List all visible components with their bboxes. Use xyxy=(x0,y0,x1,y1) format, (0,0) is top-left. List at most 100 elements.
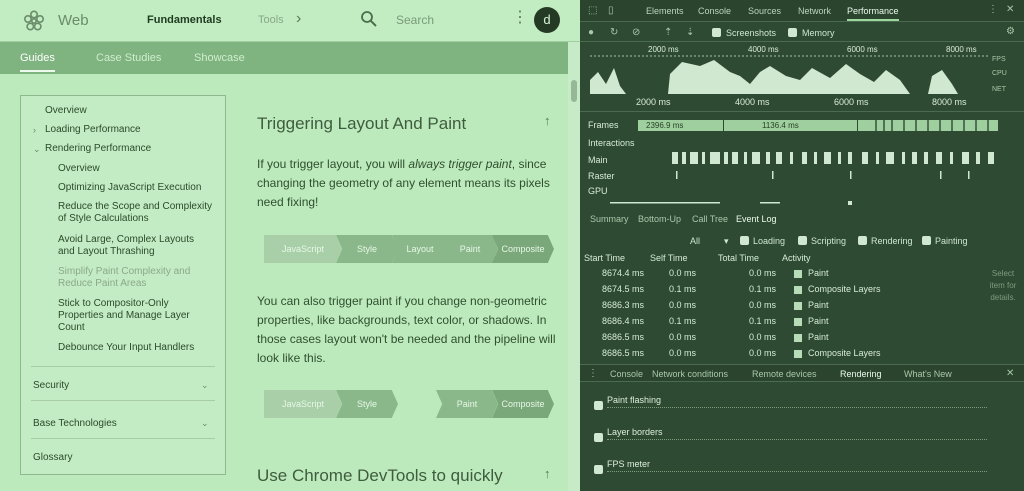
chevron-down-icon[interactable]: ⌄ xyxy=(201,380,209,391)
avatar[interactable]: d xyxy=(534,7,560,33)
drawer-tab-whats-new[interactable]: What's New xyxy=(904,369,952,379)
search-icon[interactable] xyxy=(360,10,378,28)
tab-console[interactable]: Console xyxy=(698,6,731,16)
render-option-layer-borders[interactable]: Layer borders xyxy=(594,427,1014,455)
tab-call-tree[interactable]: Call Tree xyxy=(692,214,728,224)
tab-network[interactable]: Network xyxy=(798,6,831,16)
clear-icon[interactable]: ⊘ xyxy=(632,27,640,38)
rendering-checkbox[interactable] xyxy=(858,236,867,245)
chevron-right-icon[interactable]: › xyxy=(33,125,36,135)
table-row[interactable]: 8686.4 ms 0.1 ms 0.1 ms Paint xyxy=(580,316,980,332)
col-total-time[interactable]: Total Time xyxy=(718,253,759,263)
sidebar-item-simplify-paint[interactable]: Simplify Paint Complexity and Reduce Pai… xyxy=(58,266,208,290)
overview-tick: 2000 ms xyxy=(648,45,679,54)
flower-logo-icon[interactable] xyxy=(22,9,46,33)
frame-duration[interactable]: 1136.4 ms xyxy=(758,120,858,131)
track-frames[interactable]: Frames xyxy=(588,120,619,130)
col-activity[interactable]: Activity xyxy=(782,253,811,263)
sidebar-item-rendering-performance[interactable]: Rendering Performance xyxy=(45,143,151,155)
sidebar-item-rp-overview[interactable]: Overview xyxy=(58,163,100,175)
cell-activity: Paint xyxy=(808,332,829,342)
layer-borders-label: Layer borders xyxy=(607,427,663,437)
dropdown-icon[interactable]: ▾ xyxy=(724,236,729,247)
upload-icon[interactable]: ⇡ xyxy=(664,27,672,38)
gpu-track[interactable] xyxy=(610,198,990,208)
render-option-fps-meter[interactable]: FPS meter xyxy=(594,459,1014,487)
tab-elements[interactable]: Elements xyxy=(646,6,684,16)
table-row[interactable]: 8686.5 ms 0.0 ms 0.0 ms Paint xyxy=(580,332,980,348)
track-main[interactable]: Main xyxy=(588,155,608,165)
main-thread-track[interactable] xyxy=(672,152,1002,164)
tab-performance[interactable]: Performance xyxy=(847,6,899,21)
subnav-case-studies[interactable]: Case Studies xyxy=(96,52,161,64)
gear-icon[interactable]: ⚙ xyxy=(1006,26,1015,37)
download-icon[interactable]: ⇣ xyxy=(686,27,694,38)
close-icon[interactable]: ✕ xyxy=(1006,4,1014,15)
drawer-tab-rendering[interactable]: Rendering xyxy=(840,369,882,379)
track-interactions[interactable]: Interactions xyxy=(588,138,635,148)
overview-tick: 4000 ms xyxy=(748,45,779,54)
sidebar-section-base-technologies[interactable]: Base Technologies xyxy=(33,418,117,430)
page-scrollbar[interactable] xyxy=(568,42,580,491)
nav-tools[interactable]: Tools xyxy=(258,14,284,26)
more-options-icon[interactable]: ⋮ xyxy=(512,10,528,26)
sidebar-item-compositor-only[interactable]: Stick to Compositor-Only Properties and … xyxy=(58,298,208,334)
table-row[interactable]: 8674.4 ms 0.0 ms 0.0 ms Paint xyxy=(580,268,980,284)
record-icon[interactable]: ● xyxy=(588,27,594,38)
tab-summary[interactable]: Summary xyxy=(590,214,629,224)
chevron-down-icon[interactable]: ⌄ xyxy=(201,418,209,429)
tab-bottom-up[interactable]: Bottom-Up xyxy=(638,214,681,224)
drawer-tab-console[interactable]: Console xyxy=(610,369,643,379)
raster-track[interactable] xyxy=(672,170,1002,180)
sidebar-item-overview[interactable]: Overview xyxy=(45,105,87,117)
nav-more-chevron-icon[interactable]: › xyxy=(296,10,301,28)
more-options-icon[interactable]: ⋮ xyxy=(988,4,998,15)
sidebar-item-optimizing-js[interactable]: Optimizing JavaScript Execution xyxy=(58,182,218,194)
sidebar-item-style-calculations[interactable]: Reduce the Scope and Complexity of Style… xyxy=(58,201,218,225)
sidebar-item-avoid-layouts[interactable]: Avoid Large, Complex Layouts and Layout … xyxy=(58,234,208,258)
painting-checkbox[interactable] xyxy=(922,236,931,245)
track-raster[interactable]: Raster xyxy=(588,171,615,181)
sidebar-section-glossary[interactable]: Glossary xyxy=(33,452,72,464)
screenshots-checkbox[interactable] xyxy=(712,28,721,37)
site-name[interactable]: Web xyxy=(58,12,89,29)
chevron-down-icon[interactable]: ⌄ xyxy=(33,144,41,155)
sidebar-item-loading-performance[interactable]: Loading Performance xyxy=(45,124,141,136)
back-to-top-icon[interactable]: ↑ xyxy=(544,113,551,128)
drawer-tab-remote-devices[interactable]: Remote devices xyxy=(752,369,817,379)
subnav-guides[interactable]: Guides xyxy=(20,52,55,72)
frame-duration[interactable]: 2396.9 ms xyxy=(642,120,724,131)
sidebar-section-security[interactable]: Security xyxy=(33,380,69,392)
paint-flashing-checkbox[interactable] xyxy=(594,401,603,410)
tab-sources[interactable]: Sources xyxy=(748,6,781,16)
render-option-paint-flashing[interactable]: Paint flashing xyxy=(594,395,1014,423)
pipeline-stage-composite: Composite xyxy=(492,235,554,263)
table-row[interactable]: 8686.5 ms 0.0 ms 0.0 ms Composite Layers xyxy=(580,348,980,364)
scripting-checkbox[interactable] xyxy=(798,236,807,245)
nav-fundamentals[interactable]: Fundamentals xyxy=(147,14,222,26)
close-drawer-icon[interactable]: ✕ xyxy=(1006,368,1014,379)
col-start-time[interactable]: Start Time xyxy=(584,253,625,263)
page-scrollbar-thumb[interactable] xyxy=(571,80,577,102)
device-toolbar-icon[interactable]: ▯ xyxy=(608,5,614,16)
reload-icon[interactable]: ↻ xyxy=(610,27,618,38)
drawer-tab-network-conditions[interactable]: Network conditions xyxy=(652,369,728,379)
col-self-time[interactable]: Self Time xyxy=(650,253,688,263)
subnav-showcase[interactable]: Showcase xyxy=(194,52,245,64)
table-row[interactable]: 8674.5 ms 0.1 ms 0.1 ms Composite Layers xyxy=(580,284,980,300)
loading-checkbox[interactable] xyxy=(740,236,749,245)
layer-borders-checkbox[interactable] xyxy=(594,433,603,442)
painting-label: Painting xyxy=(935,236,968,246)
back-to-top-icon[interactable]: ↑ xyxy=(544,466,551,481)
filter-all-select[interactable]: All xyxy=(690,236,700,246)
drawer-menu-icon[interactable]: ⋮ xyxy=(588,368,598,379)
sidebar-item-debounce-input[interactable]: Debounce Your Input Handlers xyxy=(58,342,218,354)
paint-event-icon xyxy=(794,318,802,326)
memory-checkbox[interactable] xyxy=(788,28,797,37)
tab-event-log[interactable]: Event Log xyxy=(736,214,777,224)
table-row[interactable]: 8686.3 ms 0.0 ms 0.0 ms Paint xyxy=(580,300,980,316)
fps-meter-checkbox[interactable] xyxy=(594,465,603,474)
search-input[interactable] xyxy=(396,11,496,29)
inspect-icon[interactable]: ⬚ xyxy=(588,5,597,16)
track-gpu[interactable]: GPU xyxy=(588,186,608,196)
